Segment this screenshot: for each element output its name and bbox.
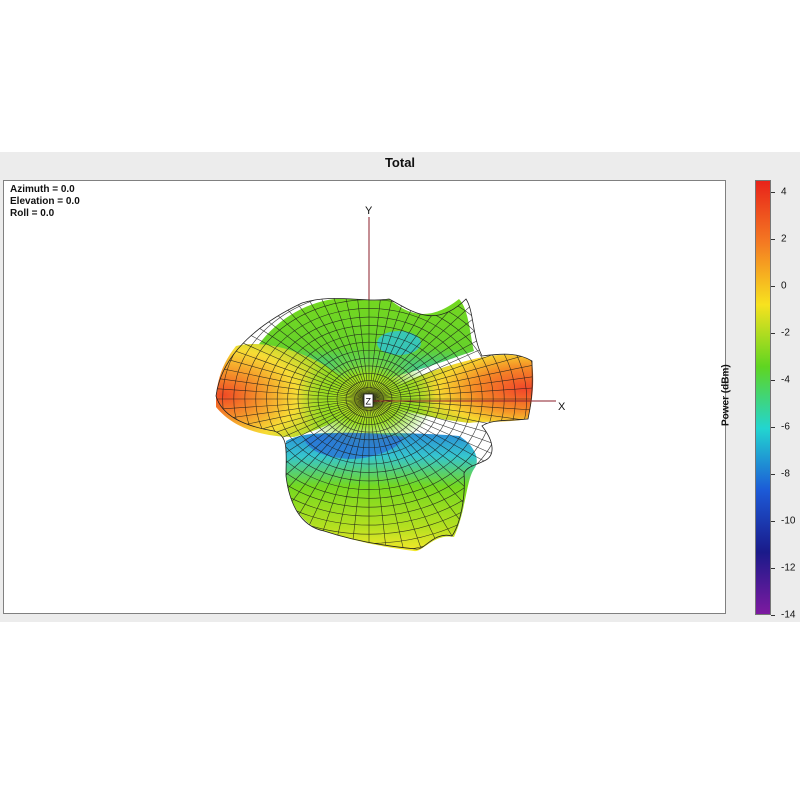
y-axis-label: Y bbox=[365, 205, 373, 217]
radiation-pattern-3d[interactable]: X Y Z bbox=[4, 181, 726, 614]
colorbar-tick-mark bbox=[771, 332, 775, 334]
colorbar-tick-label: 4 bbox=[781, 186, 787, 198]
colorbar-tick-label: 0 bbox=[781, 280, 787, 292]
plot-viewport[interactable]: Azimuth = 0.0 Elevation = 0.0 Roll = 0.0 bbox=[3, 180, 726, 614]
colorbar-tick-mark bbox=[771, 426, 775, 428]
app-window: Total Azimuth = 0.0 Elevation = 0.0 Roll… bbox=[0, 152, 800, 622]
colorbar-gradient bbox=[755, 180, 771, 615]
window-title: Total bbox=[384, 155, 416, 170]
colorbar-tick-mark bbox=[771, 473, 775, 475]
colorbar-tick-label: -12 bbox=[781, 562, 796, 574]
colorbar-tick-label: -8 bbox=[781, 468, 790, 480]
colorbar-tick-mark bbox=[771, 379, 775, 381]
colorbar-tick-mark bbox=[771, 567, 775, 569]
colorbar-tick-label: -6 bbox=[781, 421, 790, 433]
colorbar-tick-label: -10 bbox=[781, 515, 796, 527]
colorbar-tick-mark bbox=[771, 238, 775, 240]
colorbar-label: Power (dBm) bbox=[720, 364, 732, 426]
colorbar-tick-label: -2 bbox=[781, 327, 790, 339]
colorbar-tick-label: -4 bbox=[781, 374, 790, 386]
colorbar-tick-mark bbox=[771, 615, 775, 616]
z-axis-label: Z bbox=[366, 397, 372, 407]
colorbar-tick-mark bbox=[771, 191, 775, 193]
x-axis-label: X bbox=[558, 401, 566, 413]
colorbar-tick-mark bbox=[771, 285, 775, 287]
colorbar-panel: 4 2 0 -2 -4 -6 -8 -10 -12 -14 Power (dBm) bbox=[721, 180, 800, 621]
colorbar-tick-mark bbox=[771, 520, 775, 522]
colorbar-tick-label: 2 bbox=[781, 233, 787, 245]
colorbar-tick-label: -14 bbox=[781, 609, 796, 621]
